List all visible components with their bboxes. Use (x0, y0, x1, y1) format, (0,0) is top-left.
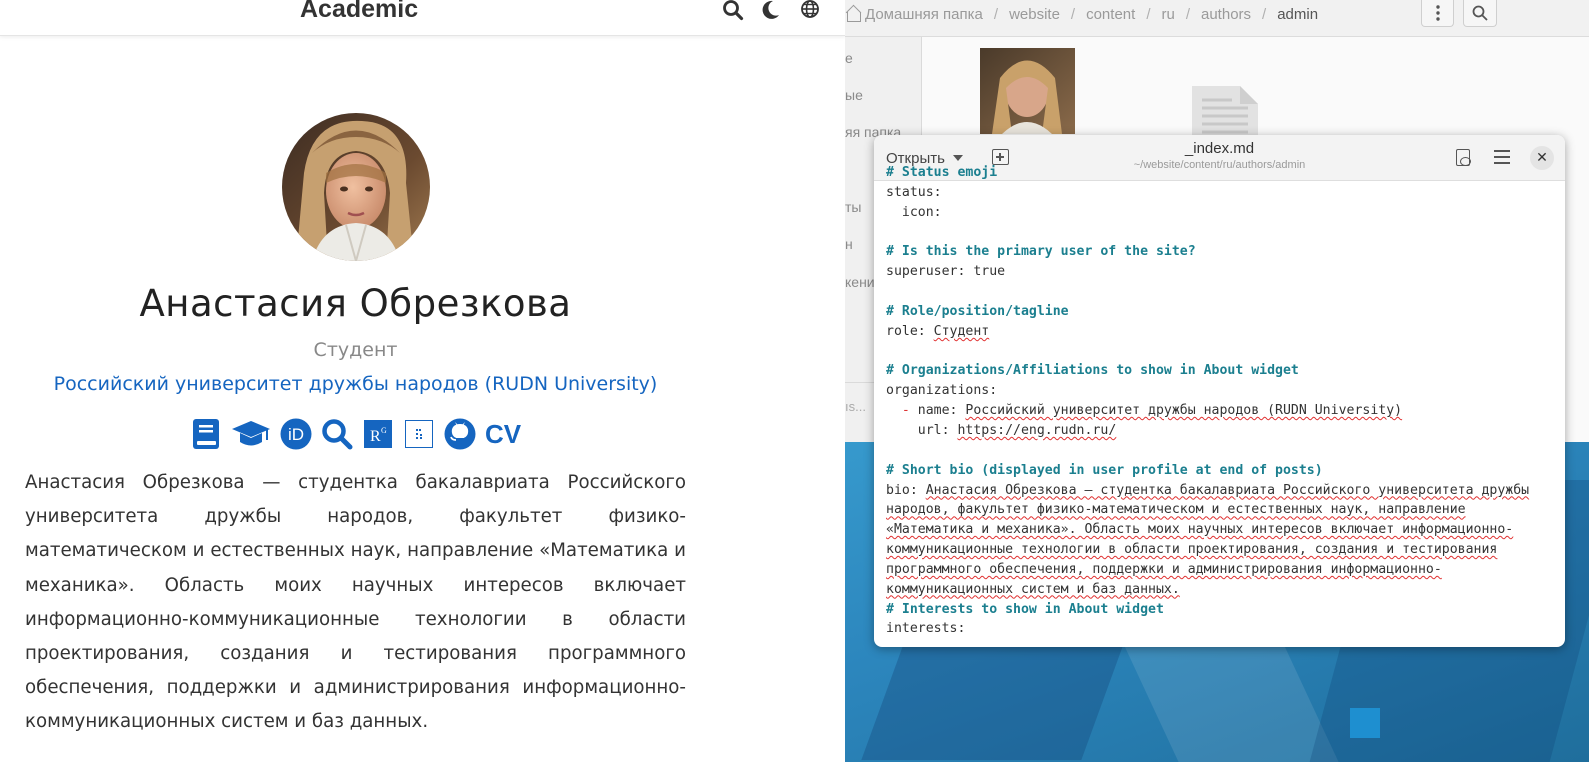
code-line: «Математика и механика». Область моих на… (886, 522, 1514, 538)
text-editor-window: Открыть _index.md ~/website/content/ru/a… (874, 135, 1565, 647)
wallpaper-shape (1350, 708, 1380, 738)
github-icon[interactable] (444, 418, 476, 450)
code-line: superuser: true (886, 264, 1006, 280)
code-line: icon: (886, 204, 942, 220)
code-line: bio: Анастасия Обрезкова — студентка бак… (886, 482, 1530, 498)
moon-icon[interactable] (760, 0, 782, 22)
breadcrumb-separator: / (1146, 5, 1151, 23)
more-options-button[interactable] (1421, 0, 1454, 27)
breadcrumb-admin[interactable]: admin (1277, 6, 1318, 23)
code-line: # Role/position/tagline (886, 303, 1069, 319)
breadcrumb-content[interactable]: content (1086, 6, 1135, 23)
breadcrumb-separator: / (993, 5, 999, 23)
code-line: status: (886, 184, 942, 200)
code-line: # Is this the primary user of the site? (886, 244, 1196, 260)
book-icon[interactable] (190, 418, 222, 450)
image-file-thumbnail[interactable] (980, 48, 1075, 134)
site-brand[interactable]: Academic (300, 0, 418, 24)
sidebar-item[interactable]: ты (845, 199, 861, 215)
breadcrumb: Домашняя папка / website / content / ru … (845, 3, 1318, 25)
breadcrumb-ru[interactable]: ru (1161, 6, 1174, 23)
breadcrumb-separator: / (1185, 5, 1190, 23)
code-line: коммуникационных систем и баз данных. (886, 581, 1180, 597)
code-line: народов, факультет физико-математическом… (886, 502, 1466, 518)
breadcrumb-separator: / (1070, 5, 1076, 23)
search-icon (1472, 5, 1488, 21)
code-editor[interactable]: # Status emojistatus: icon:​# Is this th… (886, 165, 1556, 639)
sidebar-item[interactable]: е (845, 50, 853, 66)
orcid-icon[interactable]: iD (280, 418, 312, 450)
sidebar-item[interactable]: кени (845, 274, 875, 290)
svg-text:R: R (370, 428, 381, 445)
photo-thumbnail-icon (980, 48, 1075, 134)
code-line: interests: (886, 621, 966, 637)
search-icon[interactable] (722, 0, 744, 22)
path-bar: Домашняя папка / website / content / ru … (845, 0, 1589, 37)
breadcrumb-separator: / (1262, 5, 1267, 23)
profile-name: Анастасия Обрезкова (139, 282, 572, 325)
code-line-blank: ​ (886, 342, 1556, 362)
svg-text:iD: iD (288, 425, 304, 444)
breadcrumb-authors[interactable]: authors (1201, 6, 1251, 23)
avatar (282, 113, 430, 261)
profile-bio: Анастасия Обрезкова — студентка бакалавр… (25, 472, 686, 733)
vertical-dots-icon (1435, 5, 1440, 21)
code-line: # Interests to show in About widget (886, 601, 1164, 617)
profile-role: Студент (313, 339, 398, 361)
hamburger-menu-icon[interactable] (1494, 150, 1510, 164)
svg-text:G: G (381, 426, 387, 435)
graduation-cap-icon[interactable] (231, 418, 271, 450)
site-navbar: Academic (0, 0, 845, 36)
sidebar-item[interactable]: ые (845, 87, 863, 103)
home-icon[interactable] (845, 7, 861, 22)
profile-organization-link[interactable]: Российский университет дружбы народов (R… (0, 373, 711, 395)
code-line: # Status emoji (886, 165, 998, 180)
breadcrumb-website[interactable]: website (1009, 6, 1060, 23)
website-view: Academic Анастасия Обрезкова Студент Рос… (0, 0, 845, 762)
code-line: url: https://eng.rudn.ru/ (886, 422, 1117, 438)
code-line: программного обеспечения, поддержки и ад… (886, 561, 1442, 577)
profile-photo (282, 113, 430, 261)
code-line: role: Студент (886, 323, 990, 339)
code-line-blank: ​ (886, 282, 1556, 302)
breadcrumb-home[interactable]: Домашняя папка (865, 6, 983, 23)
code-line-blank: ​ (886, 223, 1556, 243)
search-icon[interactable] (321, 418, 353, 450)
globe-icon[interactable] (799, 0, 821, 22)
text-file-icon[interactable] (1192, 86, 1258, 136)
code-line: organizations: (886, 383, 998, 399)
code-line-blank: ​ (886, 441, 1556, 461)
files-search-button[interactable] (1463, 0, 1497, 27)
cv-icon[interactable]: CV (485, 418, 521, 450)
code-line: # Short bio (displayed in user profile a… (886, 462, 1323, 478)
sidebar-item[interactable]: н (845, 236, 853, 252)
cv-label: CV (484, 418, 522, 449)
code-line: # Organizations/Affiliations to show in … (886, 363, 1299, 379)
researchgate-icon[interactable]: RG (362, 418, 394, 450)
code-line: - name: Российский университет дружбы на… (886, 403, 1403, 419)
social-links: iD RG CV (190, 416, 521, 452)
code-line: коммуникационные технологии в области пр… (886, 542, 1498, 558)
figshare-icon[interactable] (403, 418, 435, 450)
